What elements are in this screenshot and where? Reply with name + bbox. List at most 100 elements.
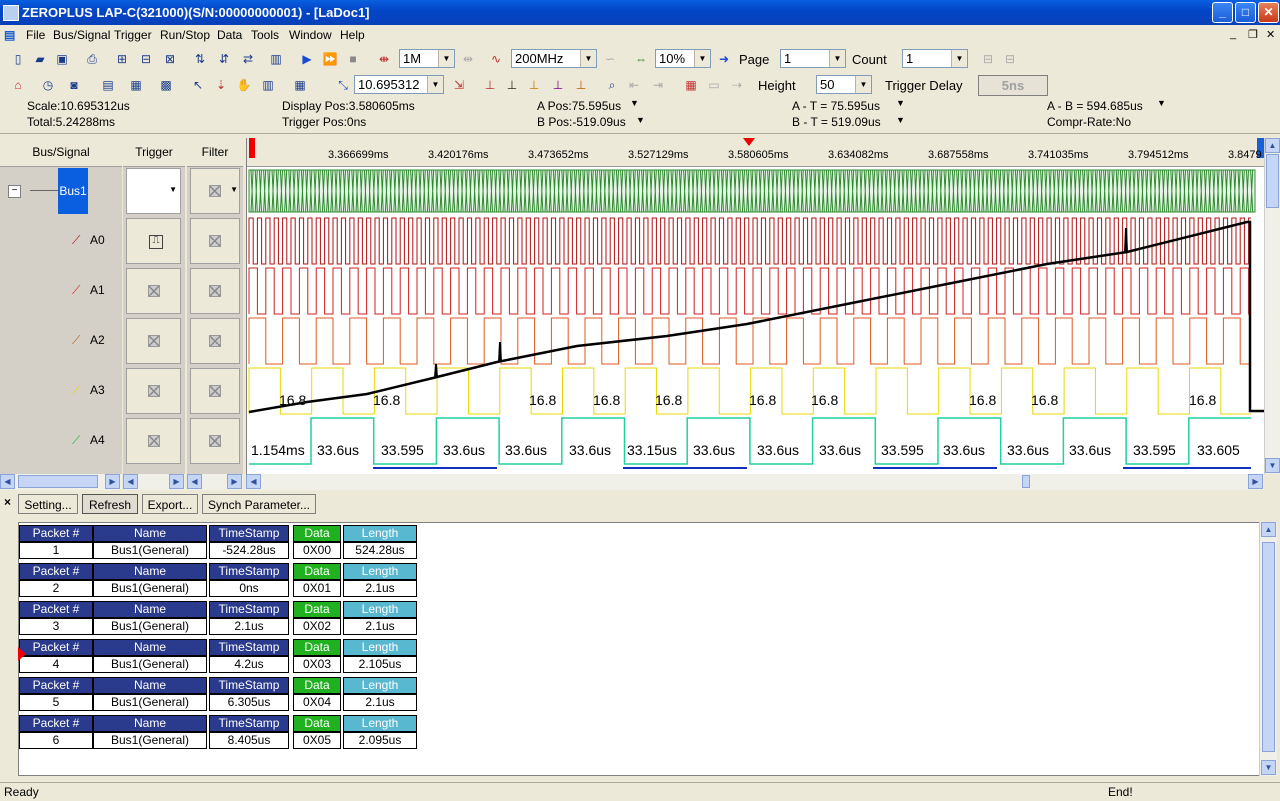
- hand-icon[interactable]: ✋: [236, 77, 252, 93]
- signal-row-a0[interactable]: ⟋ A0: [0, 216, 122, 266]
- mdi-restore-icon[interactable]: ❐: [1248, 28, 1258, 41]
- scroll-right-icon[interactable]: ▶: [227, 474, 242, 489]
- scroll-right-icon[interactable]: ▶: [169, 474, 184, 489]
- bar-add-icon[interactable]: ⊥: [573, 77, 589, 93]
- bus-trigger-select[interactable]: ▼: [126, 168, 181, 214]
- minimize-button[interactable]: _: [1212, 2, 1233, 23]
- grid-icon[interactable]: ▦: [292, 77, 308, 93]
- calculator-icon[interactable]: ▦: [683, 77, 699, 93]
- signal-panel-hscroll[interactable]: ◀ ▶: [0, 474, 122, 490]
- packet-list[interactable]: Packet #1 Name Bus1(General) TimeStamp -524.…: [18, 522, 1260, 776]
- next-page-icon[interactable]: ⊟: [1002, 51, 1018, 67]
- prev-page-icon[interactable]: ⊟: [980, 51, 996, 67]
- height-select[interactable]: 50 ▼: [816, 75, 872, 94]
- packet-entry[interactable]: Packet #1 Name Bus1(General) TimeStamp -524.…: [19, 525, 419, 561]
- collapse-icon[interactable]: −: [8, 185, 21, 198]
- scroll-down-icon[interactable]: ▼: [1265, 458, 1280, 473]
- export-button[interactable]: Export...: [142, 494, 198, 514]
- new-file-icon[interactable]: ▯: [10, 51, 26, 67]
- ruler-icon[interactable]: ▥: [260, 77, 276, 93]
- time-ruler[interactable]: 3.366699ms 3.420176ms 3.473652ms 3.52712…: [247, 138, 1265, 167]
- open-folder-icon[interactable]: ▰: [32, 51, 48, 67]
- cursor-a-marker[interactable]: [249, 138, 255, 158]
- statistics-icon[interactable]: ▩: [158, 77, 174, 93]
- refresh-button[interactable]: Refresh: [82, 494, 138, 514]
- signal-row-a4[interactable]: ⟋ A4: [0, 416, 122, 466]
- binoculars-icon[interactable]: ⌕: [604, 77, 620, 93]
- cursor-icon[interactable]: ⇣: [213, 77, 229, 93]
- filter-cell-a0[interactable]: [190, 218, 240, 264]
- trigger-delay-button[interactable]: 5ns: [978, 75, 1048, 96]
- chevron-down-icon[interactable]: ▼: [427, 76, 443, 93]
- scale-reset-icon[interactable]: ⇲: [451, 77, 467, 93]
- bar-c-icon[interactable]: ⊥: [526, 77, 542, 93]
- chevron-down-icon[interactable]: ▼: [829, 50, 845, 67]
- scroll-right-icon[interactable]: ▶: [1248, 474, 1263, 489]
- bar-b-icon[interactable]: ⊥: [504, 77, 520, 93]
- chevron-down-icon[interactable]: ▼: [896, 115, 905, 125]
- chevron-down-icon[interactable]: ▼: [169, 185, 177, 194]
- trigger-edge-icon[interactable]: ⇵: [216, 51, 232, 67]
- filter-cell-a1[interactable]: [190, 268, 240, 314]
- hscroll-thumb[interactable]: [18, 475, 98, 488]
- signal-row-a2[interactable]: ⟋ A2: [0, 316, 122, 366]
- chevron-down-icon[interactable]: ▼: [855, 76, 871, 93]
- chevron-down-icon[interactable]: ▼: [896, 98, 905, 108]
- a-b-readout[interactable]: A - B = 594.685us: [1047, 99, 1143, 113]
- bar-t-icon[interactable]: ⊥: [550, 77, 566, 93]
- trigger-book-icon[interactable]: ▥: [268, 51, 284, 67]
- filter-cell-a3[interactable]: [190, 368, 240, 414]
- filter-header[interactable]: Filter: [187, 138, 243, 167]
- goto-page-icon[interactable]: ➜: [716, 51, 732, 67]
- chevron-down-icon[interactable]: ▼: [230, 185, 238, 194]
- trigger-marker[interactable]: [743, 138, 755, 146]
- packet-entry[interactable]: Packet #3 Name Bus1(General) TimeStamp 2.1us…: [19, 601, 419, 637]
- compression-icon[interactable]: ⇹: [460, 51, 476, 67]
- trigger-cell-a1[interactable]: [126, 268, 181, 314]
- setting-button[interactable]: Setting...: [18, 494, 78, 514]
- app-icon[interactable]: [3, 5, 19, 21]
- waveform-vscroll[interactable]: ▲ ▼: [1264, 138, 1280, 474]
- waveform-hscroll[interactable]: ◀ ▶: [246, 474, 1264, 490]
- trigger-header[interactable]: Trigger: [123, 138, 185, 167]
- bus-add-icon[interactable]: ⊟: [138, 51, 154, 67]
- signal-row-a1[interactable]: ⟋ A1: [0, 266, 122, 316]
- maximize-button[interactable]: □: [1235, 2, 1256, 23]
- b-t-readout[interactable]: B - T = 519.09us: [792, 115, 881, 129]
- stop-icon[interactable]: ■: [345, 51, 361, 67]
- scroll-left-icon[interactable]: ◀: [246, 474, 261, 489]
- clock-icon[interactable]: ∽: [602, 51, 618, 67]
- sample-rate-select[interactable]: 200MHz ▼: [511, 49, 597, 68]
- bus-filter-select[interactable]: ▼: [190, 168, 240, 214]
- filter-cell-a4[interactable]: [190, 418, 240, 464]
- vscroll-thumb[interactable]: [1266, 154, 1279, 208]
- chevron-down-icon[interactable]: ▼: [438, 50, 454, 67]
- filter-cell-a2[interactable]: [190, 318, 240, 364]
- chevron-down-icon[interactable]: ▼: [630, 98, 639, 108]
- filter-panel-hscroll[interactable]: ◀ ▶: [187, 474, 243, 490]
- page-select[interactable]: 1 ▼: [780, 49, 846, 68]
- waveform-view[interactable]: 3.366699ms 3.420176ms 3.473652ms 3.52712…: [246, 138, 1265, 474]
- trigger-cell-a3[interactable]: [126, 368, 181, 414]
- print-icon[interactable]: ⎙: [84, 51, 100, 67]
- menu-help[interactable]: Help: [340, 28, 365, 42]
- bus-signal-icon[interactable]: ⊞: [114, 51, 130, 67]
- bus-signal-header[interactable]: Bus/Signal: [0, 138, 122, 167]
- trigger-cell-a0[interactable]: ⎍: [126, 218, 181, 264]
- close-button[interactable]: ✕: [1258, 2, 1279, 23]
- menu-run-stop[interactable]: Run/Stop: [160, 28, 210, 42]
- bus-decode-icon[interactable]: ⇢: [729, 77, 745, 93]
- scroll-down-icon[interactable]: ▼: [1261, 760, 1276, 775]
- synch-parameter-button[interactable]: Synch Parameter...: [202, 494, 316, 514]
- run-repeat-icon[interactable]: ⏩: [322, 51, 338, 67]
- sample-depth-select[interactable]: 1M ▼: [399, 49, 455, 68]
- pointer-icon[interactable]: ↖: [190, 77, 206, 93]
- packet-list-icon[interactable]: ▤: [100, 77, 116, 93]
- scale-select[interactable]: 10.695312 ▼: [354, 75, 444, 94]
- search-prev-icon[interactable]: ⇤: [626, 77, 642, 93]
- scroll-right-icon[interactable]: ▶: [105, 474, 120, 489]
- menu-trigger[interactable]: Trigger: [114, 28, 152, 42]
- waveform-canvas[interactable]: 16.8 16.8 16.8 16.8 16.8 16.8 16.8 16.8 16.8 16.8…: [247, 166, 1265, 474]
- scroll-left-icon[interactable]: ◀: [0, 474, 15, 489]
- packet-entry[interactable]: Packet #2 Name Bus1(General) TimeStamp 0ns Da…: [19, 563, 419, 599]
